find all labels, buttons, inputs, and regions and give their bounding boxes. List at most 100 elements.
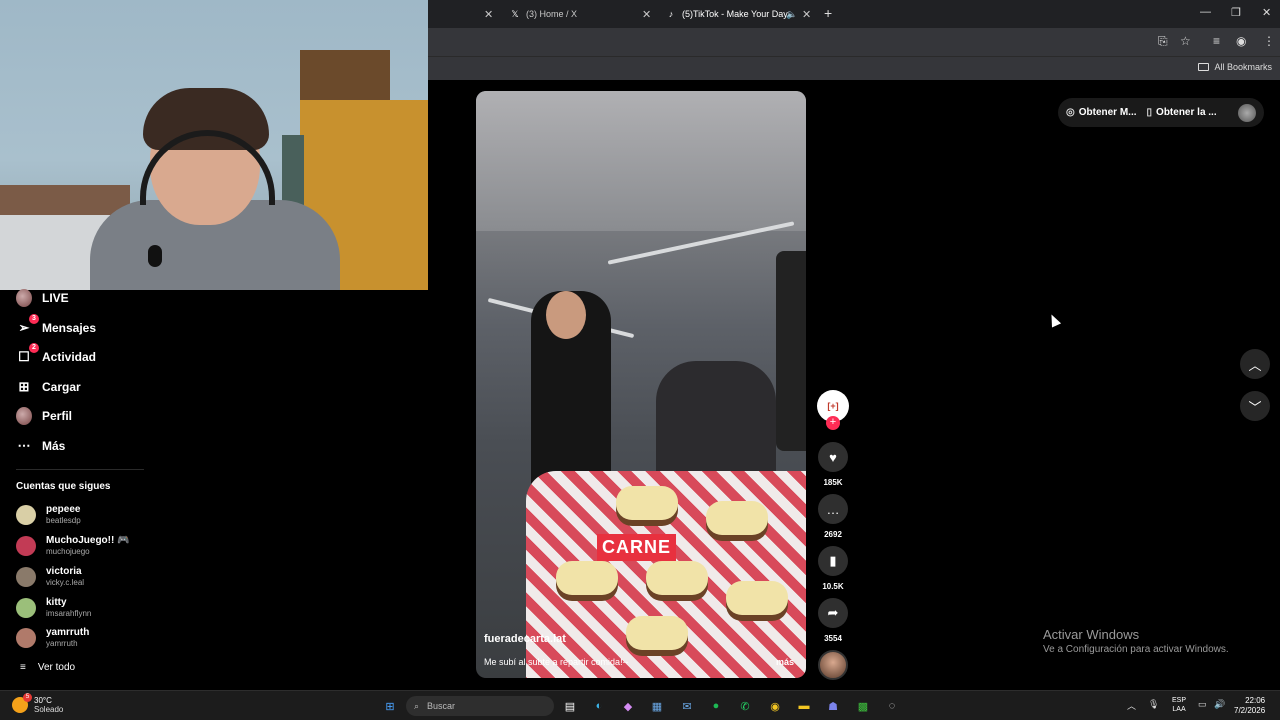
sidebar-item-label: Cargar: [42, 380, 81, 394]
caption-more-button[interactable]: más: [776, 657, 794, 667]
video-player[interactable]: CARNE fueradecarta.lat Me subí al subte …: [476, 91, 806, 678]
see-all-label: Ver todo: [37, 662, 76, 673]
system-clock[interactable]: 22:06 7/2/2026: [1234, 696, 1265, 716]
clock-time: 22:06: [1245, 696, 1266, 705]
app-icon[interactable]: ◌: [883, 697, 901, 715]
heart-icon[interactable]: ♥: [818, 442, 848, 472]
like-action[interactable]: ♥ 185K: [818, 442, 848, 487]
microphone-image: [148, 245, 162, 267]
task-view-icon[interactable]: ▤: [561, 697, 579, 715]
music-disc-avatar[interactable]: [818, 650, 848, 680]
x-logo-icon: 𝕏: [511, 9, 519, 19]
sidebar-item-live[interactable]: LIVE: [16, 289, 69, 307]
following-account[interactable]: MuchoJuego!! 🎮 muchojuego: [16, 535, 130, 556]
volume-icon[interactable]: 🔊: [1214, 699, 1225, 710]
follow-plus-button[interactable]: +: [826, 416, 840, 430]
shelf-decoration: [300, 50, 390, 100]
sidebar-item-messages[interactable]: ➢ 3 Mensajes: [16, 314, 96, 336]
sidebar-item-profile[interactable]: Perfil: [16, 407, 72, 425]
chrome-icon[interactable]: ◉: [766, 697, 784, 715]
windows-start-icon[interactable]: ⊞: [381, 697, 399, 715]
avatar: [16, 535, 36, 556]
save-count: 10.5K: [822, 582, 844, 591]
bookmark-icon[interactable]: ▮: [818, 546, 848, 576]
profile-icon[interactable]: ◉: [1236, 34, 1246, 48]
store-icon[interactable]: ▦: [648, 697, 666, 715]
mail-icon[interactable]: ✉: [678, 697, 696, 715]
avatar: [16, 504, 36, 525]
video-username[interactable]: fueradecarta.lat: [484, 633, 566, 645]
windows-taskbar: 5 30°C Soleado ⊞ ⌕ Buscar ▤ ◐ ◆ ▦ ✉ ● ✆ …: [0, 690, 1280, 720]
copilot-icon[interactable]: ◆: [619, 697, 637, 715]
following-account[interactable]: yamrruth yamrruth: [16, 627, 89, 648]
get-app-label: Obtener la ...: [1156, 107, 1217, 118]
folder-icon: [1198, 63, 1210, 71]
tab-tiktok[interactable]: ♪ (5)TikTok - Make Your Day 🔈 ✕: [666, 4, 816, 24]
weather-widget[interactable]: 5 30°C Soleado: [12, 693, 64, 714]
like-count: 185K: [823, 478, 843, 487]
following-account[interactable]: victoria vicky.c.leal: [16, 566, 84, 587]
spotify-icon[interactable]: ●: [707, 697, 725, 715]
comment-icon[interactable]: …: [818, 494, 848, 524]
minimize-button[interactable]: —: [1200, 6, 1211, 18]
sidebar-item-upload[interactable]: ⊞ Cargar: [16, 379, 81, 395]
account-handle: muchojuego: [46, 547, 90, 556]
account-name: yamrruth: [46, 627, 90, 638]
menu-icon[interactable]: ⋮: [1263, 34, 1275, 48]
chevron-up-icon: ︿: [1248, 357, 1262, 373]
comment-action[interactable]: … 2692: [818, 494, 848, 539]
bookmark-star-icon[interactable]: ☆: [1180, 34, 1191, 48]
following-account[interactable]: pepeee beatlesdp: [16, 504, 81, 525]
header-actions: ◎ Obtener M... ▯ Obtener la ...: [1058, 98, 1264, 127]
tab-close-icon[interactable]: ✕: [642, 8, 651, 21]
teams-icon[interactable]: ☗: [824, 697, 842, 715]
sidebar-item-label: LIVE: [42, 291, 69, 305]
microphone-icon[interactable]: 🎙: [1148, 699, 1159, 710]
next-video-button[interactable]: ﹀: [1240, 391, 1270, 421]
chevron-down-icon: ﹀: [1248, 399, 1262, 415]
account-name: victoria: [46, 566, 82, 577]
get-app-button[interactable]: ▯ Obtener la ...: [1147, 107, 1217, 118]
new-tab-button[interactable]: +: [824, 5, 832, 21]
tab-previous[interactable]: ✕: [468, 4, 496, 24]
account-handle: vicky.c.leal: [46, 578, 85, 587]
sidebar-item-more[interactable]: ⋯ Más: [16, 438, 66, 454]
account-name: MuchoJuego!! 🎮: [46, 535, 130, 546]
save-action[interactable]: ▮ 10.5K: [818, 546, 848, 591]
whatsapp-icon[interactable]: ✆: [736, 697, 754, 715]
mouse-cursor-icon: [1046, 312, 1062, 328]
avatar: [16, 566, 36, 587]
network-icon[interactable]: ▭: [1198, 699, 1207, 710]
edge-icon[interactable]: ◐: [590, 697, 608, 715]
following-account[interactable]: kitty imsarahflynn: [16, 597, 91, 618]
get-coins-button[interactable]: ◎ Obtener M...: [1066, 107, 1137, 118]
taskbar-search[interactable]: ⌕ Buscar: [406, 696, 554, 716]
sandwich: [556, 561, 618, 595]
share-icon[interactable]: ➦: [818, 598, 848, 628]
previous-video-button[interactable]: ︿: [1240, 349, 1270, 379]
show-hidden-icons[interactable]: ︿: [1127, 699, 1136, 712]
tab-x-home[interactable]: 𝕏 (3) Home / X ✕: [510, 4, 655, 24]
video-caption: Me subí al subte a repartir comida!--: [484, 657, 629, 667]
avatar[interactable]: [1238, 103, 1256, 122]
file-explorer-icon[interactable]: ▬: [795, 697, 813, 715]
list-icon: ≡: [20, 662, 26, 673]
share-action[interactable]: ➦ 3554: [818, 598, 848, 643]
minecraft-icon[interactable]: ▩: [854, 697, 872, 715]
reading-list-icon[interactable]: ≡: [1213, 34, 1220, 48]
sidebar-item-activity[interactable]: ☐ 2 Actividad: [16, 343, 96, 365]
close-window-button[interactable]: ✕: [1262, 6, 1271, 19]
tab-audio-icon[interactable]: 🔈: [786, 9, 797, 20]
install-app-icon[interactable]: ⎘: [1158, 34, 1168, 49]
restore-button[interactable]: ❐: [1231, 6, 1241, 19]
sidebar-item-label: Más: [42, 439, 66, 453]
all-bookmarks-button[interactable]: All Bookmarks: [1198, 62, 1272, 72]
weather-condition: Soleado: [34, 705, 64, 714]
bookmarks-bar: All Bookmarks: [428, 56, 1280, 80]
tab-close-icon[interactable]: ✕: [802, 8, 811, 21]
language-indicator[interactable]: ESP LAA: [1172, 696, 1186, 714]
see-all-button[interactable]: ≡ Ver todo: [20, 662, 75, 673]
sandwich: [726, 581, 788, 615]
tab-close-icon[interactable]: ✕: [484, 8, 493, 21]
subway-ceiling: [476, 91, 806, 231]
